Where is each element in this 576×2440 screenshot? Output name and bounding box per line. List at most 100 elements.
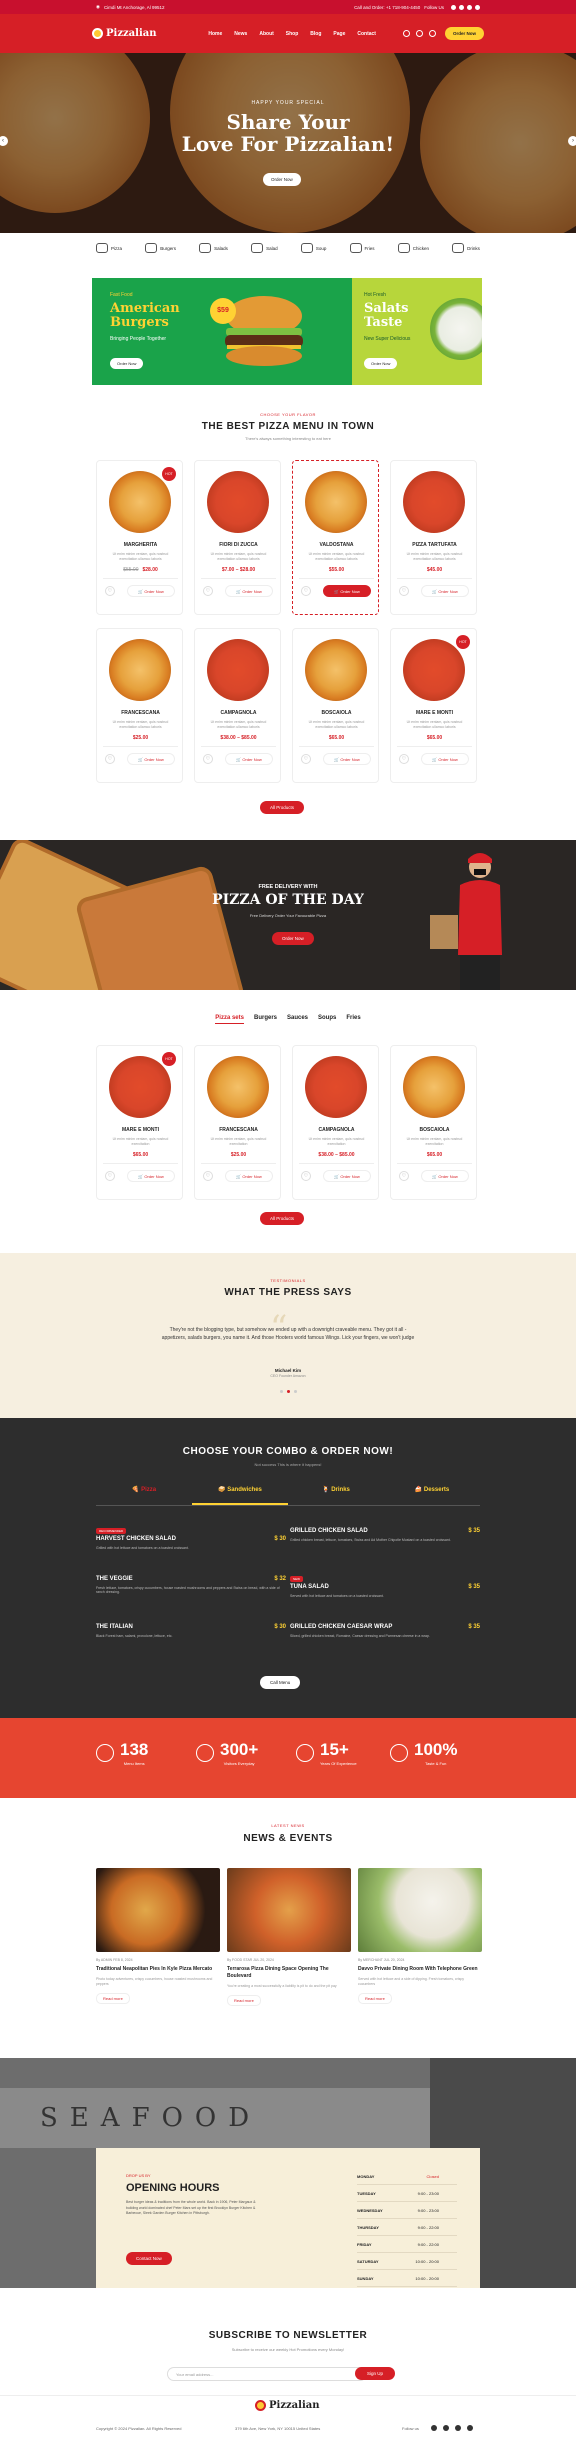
combo-item[interactable]: GRILLED CHICKEN SALAD $ 35 Grilled chicken… bbox=[290, 1528, 480, 1542]
category-salads[interactable]: Salads bbox=[199, 243, 228, 253]
product-name[interactable]: BOSCAIOLA bbox=[391, 1127, 478, 1133]
slider-dots[interactable] bbox=[278, 1390, 299, 1393]
order-now-button[interactable]: 🛒 Order Now bbox=[421, 1170, 469, 1182]
news-title[interactable]: Davvo Private Dining Room With Telephone… bbox=[358, 1966, 482, 1973]
product-card[interactable]: BOSCAIOLA Ut enim minim veniam, quis nost… bbox=[292, 628, 379, 783]
product-card[interactable]: CAMPAGNOLA Ut enim minim veniam, quis nos… bbox=[194, 628, 281, 783]
news-image[interactable] bbox=[96, 1868, 220, 1952]
search-icon[interactable] bbox=[402, 30, 410, 37]
product-name[interactable]: CAMPAGNOLA bbox=[195, 710, 282, 716]
product-name[interactable]: BOSCAIOLA bbox=[293, 710, 380, 716]
category-drinks[interactable]: Drinks bbox=[452, 243, 480, 253]
product-name[interactable]: PIZZA TARTUFATA bbox=[391, 542, 478, 548]
order-now-button[interactable]: 🛒 Order Now bbox=[127, 1170, 175, 1182]
sign-up-button[interactable]: Sign Up bbox=[355, 2367, 396, 2380]
product-name[interactable]: MARE E MONTI bbox=[97, 1127, 184, 1133]
product-card[interactable]: VALDOSTANA Ut enim minim veniam, quis nos… bbox=[292, 460, 379, 615]
product-name[interactable]: CAMPAGNOLA bbox=[293, 1127, 380, 1133]
tab-pizza-sets[interactable]: Pizza sets bbox=[215, 1015, 244, 1024]
instagram-icon[interactable] bbox=[467, 4, 472, 10]
tab-sandwiches[interactable]: 🥪 Sandwiches bbox=[192, 1486, 288, 1505]
banner-order-button[interactable]: Order Now bbox=[364, 358, 398, 369]
heart-icon[interactable]: ♡ bbox=[399, 586, 409, 596]
read-more-link[interactable]: Read more bbox=[358, 1993, 392, 2004]
heart-icon[interactable]: ♡ bbox=[399, 754, 409, 764]
order-now-button[interactable]: 🛒 Order Now bbox=[127, 753, 175, 765]
combo-item[interactable]: NEW TUNA SALAD $ 35 Served with hot lettuce… bbox=[290, 1576, 480, 1598]
heart-icon[interactable]: ♡ bbox=[105, 754, 115, 764]
category-chicken[interactable]: Chicken bbox=[397, 243, 429, 253]
tab-pizza[interactable]: 🍕 Pizza bbox=[96, 1486, 192, 1505]
order-now-button[interactable]: 🛒 Order Now bbox=[225, 585, 273, 597]
nav-shop[interactable]: Shop bbox=[286, 31, 299, 37]
category-pizza[interactable]: Pizza bbox=[96, 243, 122, 253]
news-card[interactable]: By MERCHANT JUL 20, 2024 Davvo Private Di… bbox=[358, 1868, 482, 2010]
category-fries[interactable]: Fries bbox=[349, 243, 375, 253]
product-card[interactable]: HOT MARE E MONTI Ut enim minim veniam, qui… bbox=[390, 628, 477, 783]
nav-blog[interactable]: Blog bbox=[310, 31, 321, 37]
order-now-button[interactable]: 🛒 Order Now bbox=[421, 753, 469, 765]
email-input[interactable]: Your email address... bbox=[167, 2367, 367, 2381]
banner-order-button[interactable]: Order Now bbox=[110, 358, 144, 369]
product-name[interactable]: FRANCESCANA bbox=[195, 1127, 282, 1133]
news-title[interactable]: Terrarosa Pizza Dining Space Opening The… bbox=[227, 1966, 351, 1980]
product-card[interactable]: HOT MARGHERITA Ut enim minim veniam, quis … bbox=[96, 460, 183, 615]
combo-item[interactable]: THE VEGGIE $ 32 Fresh lettuce, tomatoes, c… bbox=[96, 1576, 286, 1594]
call-menu-button[interactable]: Call Menu bbox=[260, 1676, 301, 1689]
heart-icon[interactable]: ♡ bbox=[203, 586, 213, 596]
combo-item[interactable]: GRILLED CHICKEN CAESAR WRAP $ 35 Sliced, g… bbox=[290, 1624, 480, 1638]
product-name[interactable]: FIORI DI ZUCCA bbox=[195, 542, 282, 548]
cart-icon[interactable] bbox=[428, 30, 436, 37]
heart-icon[interactable]: ♡ bbox=[301, 586, 311, 596]
order-now-button[interactable]: 🛒 Order Now bbox=[127, 585, 175, 597]
order-now-button[interactable]: 🛒 Order Now bbox=[225, 1170, 273, 1182]
tab-desserts[interactable]: 🍰 Desserts bbox=[384, 1486, 480, 1505]
category-salad[interactable]: Salad bbox=[251, 243, 278, 253]
news-card[interactable]: By FOOD STAR JUL 20, 2024 Terrarosa Pizza… bbox=[227, 1868, 351, 2010]
heart-icon[interactable]: ♡ bbox=[203, 754, 213, 764]
promo-order-button[interactable]: Order Now bbox=[272, 932, 314, 945]
news-card[interactable]: By ADMIN FEB 8, 2024 Traditional Neapolit… bbox=[96, 1868, 220, 2010]
product-name[interactable]: MARGHERITA bbox=[97, 542, 184, 548]
combo-item[interactable]: RECOMMENDED HARVEST CHICKEN SALAD $ 30 Gril… bbox=[96, 1528, 286, 1550]
youtube-icon[interactable] bbox=[467, 2425, 473, 2431]
youtube-icon[interactable] bbox=[475, 4, 480, 10]
heart-icon[interactable]: ♡ bbox=[105, 1171, 115, 1181]
order-now-button[interactable]: 🛒 Order Now bbox=[323, 585, 371, 597]
tab-sauces[interactable]: Sauces bbox=[287, 1015, 308, 1024]
news-image[interactable] bbox=[358, 1868, 482, 1952]
tab-burgers[interactable]: Burgers bbox=[254, 1015, 277, 1024]
burger-banner[interactable]: Fast Food American Burgers Bringing Peopl… bbox=[92, 278, 352, 385]
news-title[interactable]: Traditional Neapolitan Pies In Kyle Pizz… bbox=[96, 1966, 220, 1973]
google-icon[interactable] bbox=[455, 2425, 461, 2431]
heart-icon[interactable]: ♡ bbox=[203, 1171, 213, 1181]
product-name[interactable]: MARE E MONTI bbox=[391, 710, 478, 716]
heart-icon[interactable]: ♡ bbox=[399, 1171, 409, 1181]
order-now-button[interactable]: 🛒 Order Now bbox=[421, 585, 469, 597]
product-card[interactable]: CAMPAGNOLA Ut enim minim veniam, quis nos… bbox=[292, 1045, 379, 1200]
product-name[interactable]: FRANCESCANA bbox=[97, 710, 184, 716]
order-now-button[interactable]: Order Now bbox=[444, 27, 484, 40]
all-products-button[interactable]: All Products bbox=[260, 801, 305, 814]
all-products-button[interactable]: All Products bbox=[260, 1212, 305, 1225]
news-image[interactable] bbox=[227, 1868, 351, 1952]
twitter-icon[interactable] bbox=[459, 4, 464, 10]
read-more-link[interactable]: Read more bbox=[96, 1993, 130, 2004]
nav-news[interactable]: News bbox=[234, 31, 247, 37]
twitter-icon[interactable] bbox=[443, 2425, 449, 2431]
heart-icon[interactable]: ♡ bbox=[301, 754, 311, 764]
product-card[interactable]: FRANCESCANA Ut enim minim veniam, quis no… bbox=[96, 628, 183, 783]
chevron-right-icon[interactable]: › bbox=[568, 136, 576, 146]
product-card[interactable]: BOSCAIOLA Ut enim minim veniam, quis nost… bbox=[390, 1045, 477, 1200]
order-now-button[interactable]: 🛒 Order Now bbox=[225, 753, 273, 765]
category-soup[interactable]: Soup bbox=[300, 243, 326, 253]
tab-fries[interactable]: Fries bbox=[346, 1015, 360, 1024]
tab-soups[interactable]: Soups bbox=[318, 1015, 336, 1024]
contact-now-button[interactable]: Contact Now bbox=[126, 2252, 172, 2265]
nav-home[interactable]: Home bbox=[208, 31, 222, 37]
tab-drinks[interactable]: 🍹 Drinks bbox=[288, 1486, 384, 1505]
product-card[interactable]: PIZZA TARTUFATA Ut enim minim veniam, qui… bbox=[390, 460, 477, 615]
user-icon[interactable] bbox=[415, 30, 423, 37]
nav-page[interactable]: Page bbox=[333, 31, 345, 37]
order-now-button[interactable]: 🛒 Order Now bbox=[323, 753, 371, 765]
